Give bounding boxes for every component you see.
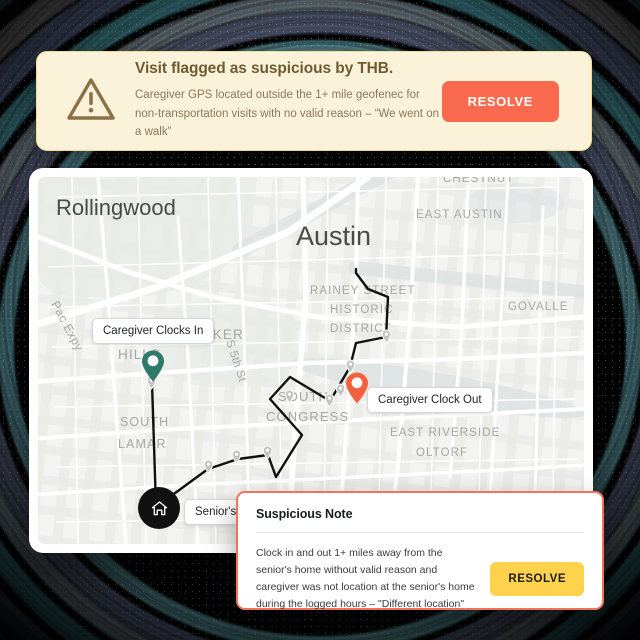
seniors-home-marker[interactable] [138,487,180,529]
map-viewport[interactable]: Rollingwood Austin CHESTNUT EAST AUSTIN … [38,177,584,544]
route-waypoint-icon [284,389,295,404]
alert-resolve-button[interactable]: RESOLVE [441,80,559,122]
note-title: Suspicious Note [256,507,353,521]
route-waypoint-icon [231,449,242,464]
route-waypoint-icon [262,445,273,460]
suspicious-note-panel: Suspicious Note Clock in and out 1+ mile… [236,491,604,610]
route-waypoint-icon [324,393,335,408]
note-divider [256,532,584,533]
alert-body: Caregiver GPS located outside the 1+ mil… [135,88,440,139]
home-icon [151,500,167,515]
route-path [150,267,390,509]
note-body: Clock in and out 1+ miles away from the … [256,547,475,610]
alert-text-block: Visit flagged as suspicious by THB. Care… [125,60,442,143]
note-resolve-button[interactable]: RESOLVE [490,562,584,596]
caregiver-clock-in-marker[interactable] [140,349,166,383]
route-waypoint-icon [203,459,214,474]
suspicious-visit-alert-banner: Visit flagged as suspicious by THB. Care… [36,51,592,151]
warning-triangle-icon [65,75,117,128]
alert-title: Visit flagged as suspicious by THB. [135,59,394,77]
note-content-row: Clock in and out 1+ miles away from the … [256,545,584,613]
clock-out-label[interactable]: Caregiver Clock Out [367,387,493,413]
clock-in-label[interactable]: Caregiver Clocks In [92,318,215,344]
route-waypoint-icon [381,329,392,344]
